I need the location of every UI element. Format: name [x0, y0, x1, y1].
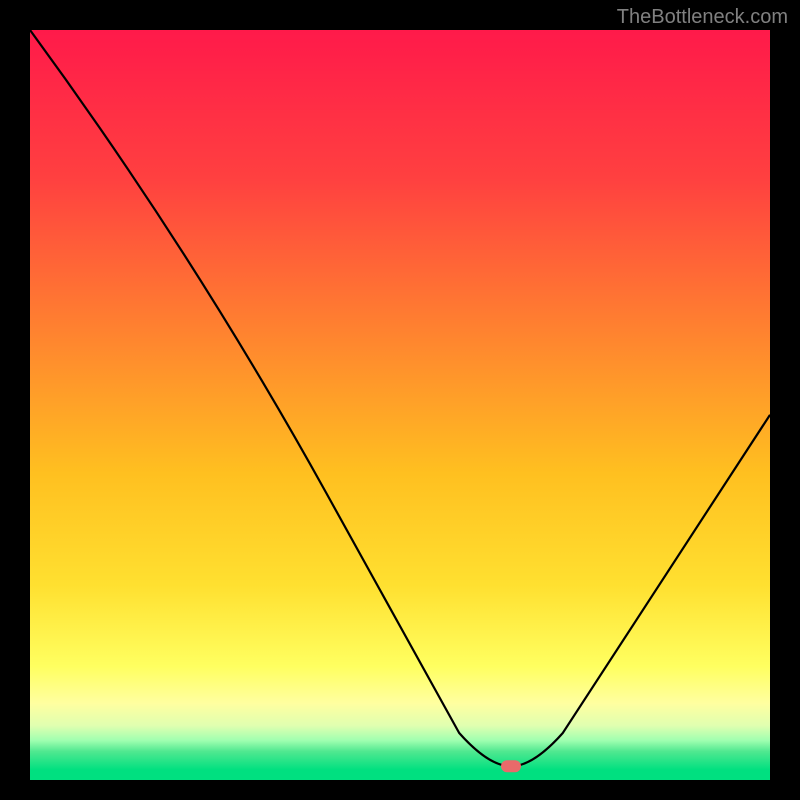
attribution-label: TheBottleneck.com	[617, 6, 788, 29]
optimum-marker	[501, 760, 521, 772]
chart-container: TheBottleneck.com	[0, 0, 800, 800]
plot-area	[30, 30, 770, 780]
gradient-background	[30, 30, 770, 770]
bottom-band	[30, 770, 770, 780]
chart-svg	[30, 30, 770, 780]
